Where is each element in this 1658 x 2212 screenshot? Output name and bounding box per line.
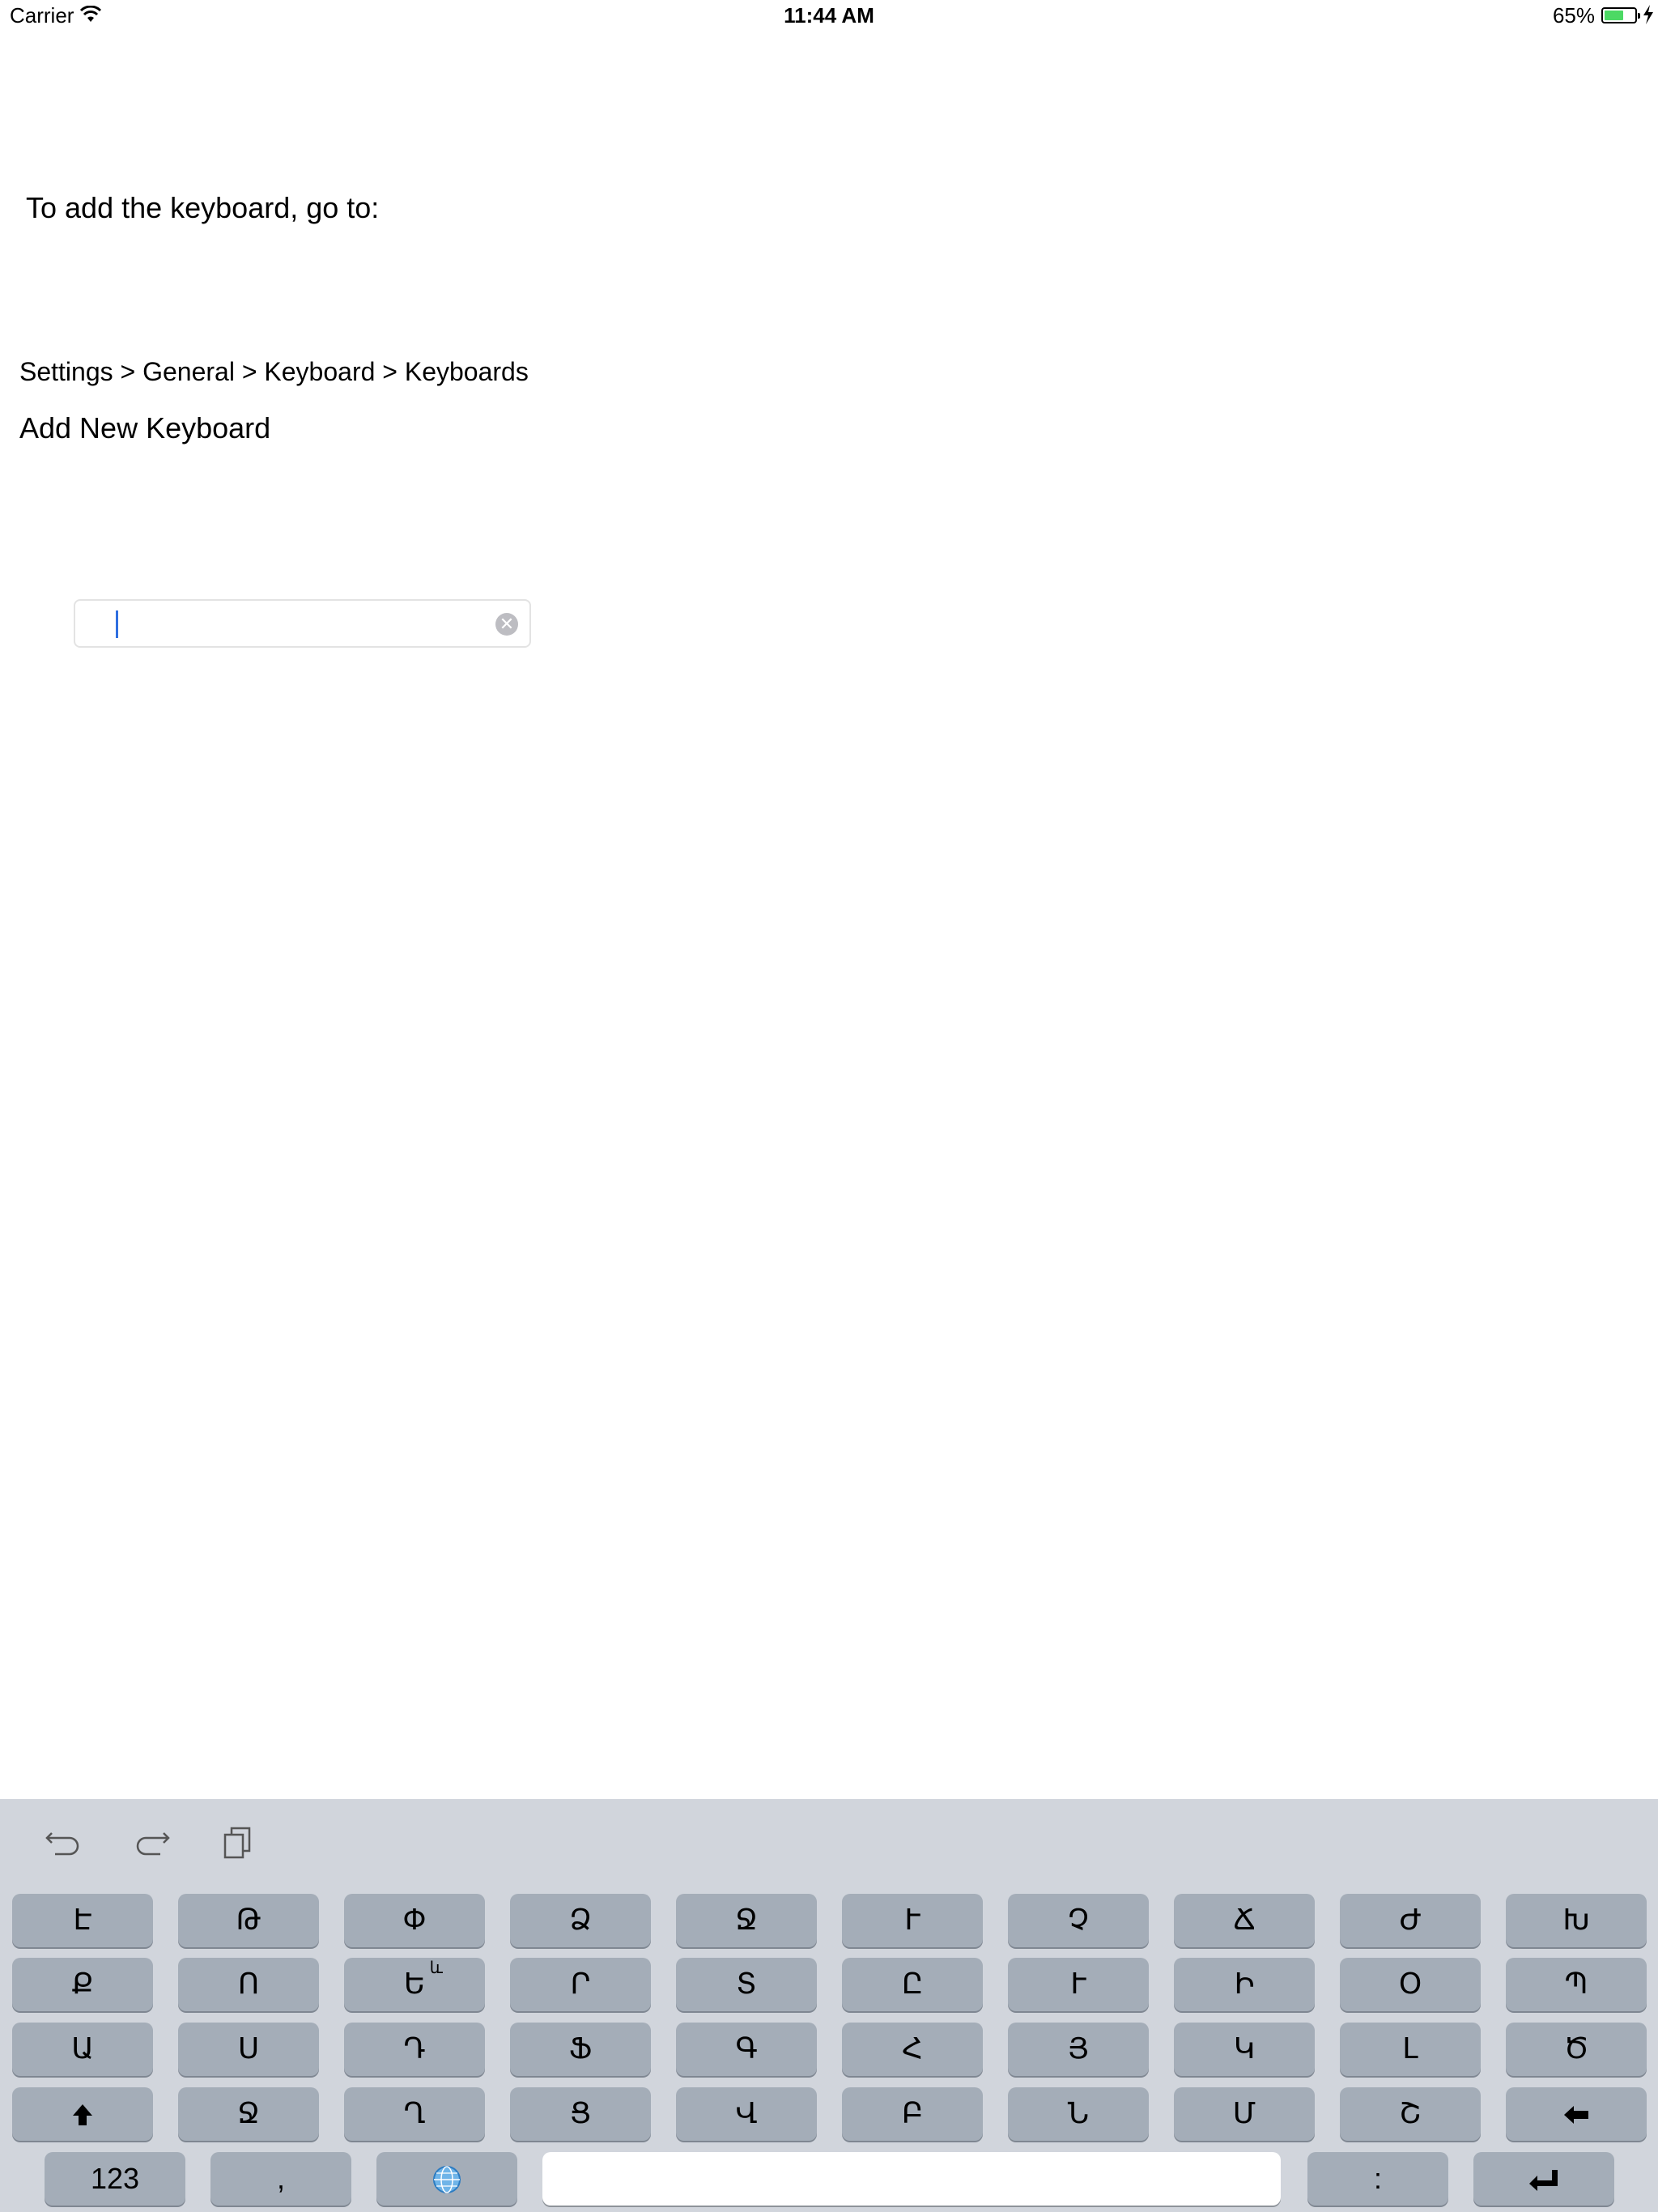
key[interactable]: Շ	[1340, 2087, 1481, 2141]
key[interactable]: Ժ	[1340, 1894, 1481, 1947]
key[interactable]: Գ	[676, 2023, 817, 2076]
shift-icon	[73, 2104, 92, 2125]
charging-icon	[1643, 5, 1653, 24]
comma-key[interactable]: ,	[210, 2152, 351, 2206]
undo-icon[interactable]	[44, 1823, 84, 1861]
key[interactable]: Բ	[842, 2087, 983, 2141]
redo-icon[interactable]	[131, 1823, 172, 1861]
key[interactable]: Կ	[1174, 2023, 1315, 2076]
key[interactable]: Թ	[178, 1894, 319, 1947]
key[interactable]: Ո	[178, 1958, 319, 2011]
return-icon	[1529, 2170, 1558, 2191]
battery-fill	[1605, 11, 1623, 20]
numbers-key[interactable]: 123	[45, 2152, 185, 2206]
key[interactable]: Մ	[1174, 2087, 1315, 2141]
key[interactable]: Ը	[842, 1958, 983, 2011]
key[interactable]: Լ	[1340, 2023, 1481, 2076]
key[interactable]: Ր	[510, 1958, 651, 2011]
key-label: Ե	[403, 1967, 426, 2001]
clear-icon[interactable]: ✕	[495, 613, 518, 636]
key-alt-label: և	[429, 1958, 443, 1977]
key[interactable]: Ց	[510, 2087, 651, 2141]
key[interactable]: Ֆ	[510, 2023, 651, 2076]
key[interactable]: Ձ	[510, 1894, 651, 1947]
text-cursor	[116, 610, 118, 638]
key[interactable]: Ի	[1174, 1958, 1315, 2011]
key[interactable]: Ջ	[676, 1894, 817, 1947]
key[interactable]: Չ	[1008, 1894, 1149, 1947]
key[interactable]: Ե և	[344, 1958, 485, 2011]
add-new-keyboard-text: Add New Keyboard	[19, 411, 271, 445]
text-input[interactable]: ✕	[74, 599, 531, 648]
key[interactable]: Վ	[676, 2087, 817, 2141]
key[interactable]: Հ	[842, 2023, 983, 2076]
key[interactable]: Յ	[1008, 2023, 1149, 2076]
globe-icon	[433, 2166, 461, 2193]
battery-nub	[1638, 13, 1640, 19]
key[interactable]: Պ	[1506, 1958, 1647, 2011]
key[interactable]: Ծ	[1506, 2023, 1647, 2076]
colon-key[interactable]: :	[1307, 2152, 1448, 2206]
return-key[interactable]	[1473, 2152, 1614, 2206]
key[interactable]: Ք	[12, 1958, 153, 2011]
backspace-key[interactable]	[1506, 2087, 1647, 2141]
key[interactable]: Օ	[1340, 1958, 1481, 2011]
globe-key[interactable]	[376, 2152, 517, 2206]
key[interactable]: Ւ	[1008, 1958, 1149, 2011]
keyboard: Է Թ Փ Ձ Ջ Ւ Չ Ճ Ժ Խ Ք Ո Ե և Ր Տ Ը Ւ Ի Օ …	[0, 1799, 1658, 2212]
key[interactable]: Ս	[178, 2023, 319, 2076]
settings-path: Settings > General > Keyboard > Keyboard…	[19, 357, 529, 386]
status-bar: Carrier 11:44 AM 65%	[0, 0, 1658, 32]
paste-icon[interactable]	[220, 1823, 261, 1861]
backspace-icon	[1564, 2106, 1588, 2124]
key[interactable]: Խ	[1506, 1894, 1647, 1947]
key[interactable]: Փ	[344, 1894, 485, 1947]
key[interactable]: Ն	[1008, 2087, 1149, 2141]
clock: 11:44 AM	[784, 3, 874, 28]
key[interactable]: Դ	[344, 2023, 485, 2076]
space-key[interactable]	[542, 2152, 1281, 2206]
key[interactable]: Ղ	[344, 2087, 485, 2141]
key[interactable]: Ջ	[178, 2087, 319, 2141]
shift-key[interactable]	[12, 2087, 153, 2141]
key[interactable]: Տ	[676, 1958, 817, 2011]
key[interactable]: Է	[12, 1894, 153, 1947]
battery-icon	[1601, 7, 1640, 23]
key[interactable]: Ւ	[842, 1894, 983, 1947]
key[interactable]: Ճ	[1174, 1894, 1315, 1947]
key[interactable]: Ա	[12, 2023, 153, 2076]
battery-percent: 65%	[1552, 3, 1595, 28]
instruction-text: To add the keyboard, go to:	[26, 191, 380, 224]
